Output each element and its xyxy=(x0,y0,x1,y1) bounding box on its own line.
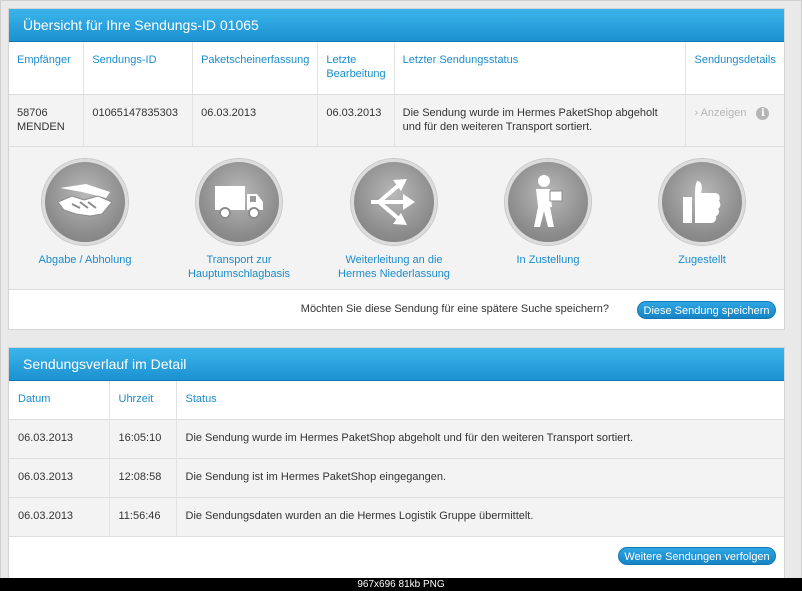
header-letzte-line1: Letzte xyxy=(326,54,357,66)
detail-title: Sendungsverlauf im Detail xyxy=(9,348,784,381)
handshake-icon xyxy=(42,159,128,245)
cell-datum: 06.03.2013 xyxy=(9,457,110,497)
table-row: 06.03.2013 11:56:46 Die Sendungsdaten wu… xyxy=(9,496,784,536)
overview-header-row: Empfänger Sendungs-ID Paketscheinerfassu… xyxy=(9,42,784,94)
header-letzter-status: Letzter Sendungsstatus xyxy=(394,42,687,94)
page: Übersicht für Ihre Sendungs-ID 01065 Emp… xyxy=(0,0,802,578)
save-row: Möchten Sie diese Sendung für eine späte… xyxy=(9,289,784,329)
step-label-transport[interactable]: Transport zur Hauptumschlagbasis xyxy=(174,253,304,281)
cell-uhrzeit: 12:08:58 xyxy=(109,457,177,497)
cell-datum: 06.03.2013 xyxy=(9,496,110,536)
cell-empfaenger: 58706 MENDEN xyxy=(9,93,85,146)
header-empfaenger: Empfänger xyxy=(9,42,85,94)
image-caption: 967x696 81kb PNG xyxy=(357,579,445,590)
cell-paketscheinerfassung: 06.03.2013 xyxy=(192,93,319,146)
overview-title: Übersicht für Ihre Sendungs-ID 01065 xyxy=(9,9,784,42)
header-paketscheinerfassung: Paketscheinerfassung xyxy=(192,42,319,94)
truck-icon xyxy=(196,159,282,245)
step-zugestellt: Zugestellt xyxy=(637,159,767,267)
anzeigen-link[interactable]: › Anzeigen xyxy=(694,107,746,119)
detail-footer: Weitere Sendungen verfolgen xyxy=(9,536,784,571)
cell-letzte-bearbeitung: 06.03.2013 xyxy=(317,93,395,146)
table-row: 06.03.2013 12:08:58 Die Sendung ist im H… xyxy=(9,457,784,497)
save-shipment-button[interactable]: Diese Sendung speichern xyxy=(637,301,776,319)
overview-panel: Übersicht für Ihre Sendungs-ID 01065 Emp… xyxy=(8,8,785,330)
overview-data-row: 58706 MENDEN 01065147835303 06.03.2013 06… xyxy=(9,93,784,146)
step-weiterleitung-line1: Weiterleitung an die xyxy=(345,254,443,266)
detail-table: Datum Uhrzeit Status 06.03.2013 16:05:10… xyxy=(9,381,784,536)
table-row: 06.03.2013 16:05:10 Die Sendung wurde im… xyxy=(9,418,784,458)
track-more-button[interactable]: Weitere Sendungen verfolgen xyxy=(618,547,776,565)
header-letzte-bearbeitung: Letzte Bearbeitung xyxy=(317,42,395,94)
header-datum: Datum xyxy=(9,381,110,419)
step-zustellung: In Zustellung xyxy=(483,159,613,267)
cell-datum: 06.03.2013 xyxy=(9,418,110,458)
detail-header-row: Datum Uhrzeit Status xyxy=(9,381,784,419)
cell-uhrzeit: 16:05:10 xyxy=(109,418,177,458)
header-sendungsdetails: Sendungsdetails xyxy=(685,42,784,94)
cell-status: Die Sendung wurde im Hermes PaketShop ab… xyxy=(176,418,784,458)
cell-status: Die Sendungsdaten wurden an die Hermes L… xyxy=(176,496,784,536)
recipient-zip: 58706 xyxy=(17,106,48,119)
cell-status: Die Sendung ist im Hermes PaketShop eing… xyxy=(176,457,784,497)
step-label-zustellung[interactable]: In Zustellung xyxy=(483,253,613,267)
step-weiterleitung: Weiterleitung an die Hermes Niederlassung xyxy=(329,159,459,281)
header-status: Status xyxy=(176,381,784,419)
detail-panel: Sendungsverlauf im Detail Datum Uhrzeit … xyxy=(8,347,785,578)
header-letzte-line2: Bearbeitung xyxy=(326,68,386,80)
tracking-steps: Abgabe / Abholung Transport zur Hauptumsc… xyxy=(9,146,784,289)
header-sendungs-id: Sendungs-ID xyxy=(83,42,194,94)
info-icon[interactable]: i xyxy=(756,106,770,120)
save-question: Möchten Sie diese Sendung für eine späte… xyxy=(300,303,609,315)
arrows-icon xyxy=(351,159,437,245)
step-weiterleitung-line2: Hermes Niederlassung xyxy=(338,268,450,280)
step-zustellung-line1: In Zustellung xyxy=(516,254,580,266)
header-uhrzeit: Uhrzeit xyxy=(109,381,177,419)
step-label-weiterleitung[interactable]: Weiterleitung an die Hermes Niederlassung xyxy=(329,253,459,281)
step-abgabe-line1: Abgabe / Abholung xyxy=(38,254,132,266)
step-transport-line1: Transport zur xyxy=(206,254,272,266)
step-transport-line2: Hauptumschlagbasis xyxy=(187,268,291,280)
step-label-abgabe[interactable]: Abgabe / Abholung xyxy=(20,253,150,267)
step-zugestellt-line1: Zugestellt xyxy=(678,254,726,266)
step-transport: Transport zur Hauptumschlagbasis xyxy=(174,159,304,281)
cell-sendungsdetails: › Anzeigen i xyxy=(685,93,784,146)
cell-uhrzeit: 11:56:46 xyxy=(109,496,177,536)
cell-letzter-status: Die Sendung wurde im Hermes PaketShop ab… xyxy=(394,93,687,146)
recipient-city: MENDEN xyxy=(17,120,65,133)
overview-table: Empfänger Sendungs-ID Paketscheinerfassu… xyxy=(9,42,784,146)
step-label-zugestellt[interactable]: Zugestellt xyxy=(637,253,767,267)
courier-icon xyxy=(505,159,591,245)
cell-sendungs-id: 01065147835303 xyxy=(83,93,194,146)
step-abgabe: Abgabe / Abholung xyxy=(20,159,150,267)
thumbs-up-icon xyxy=(659,159,745,245)
